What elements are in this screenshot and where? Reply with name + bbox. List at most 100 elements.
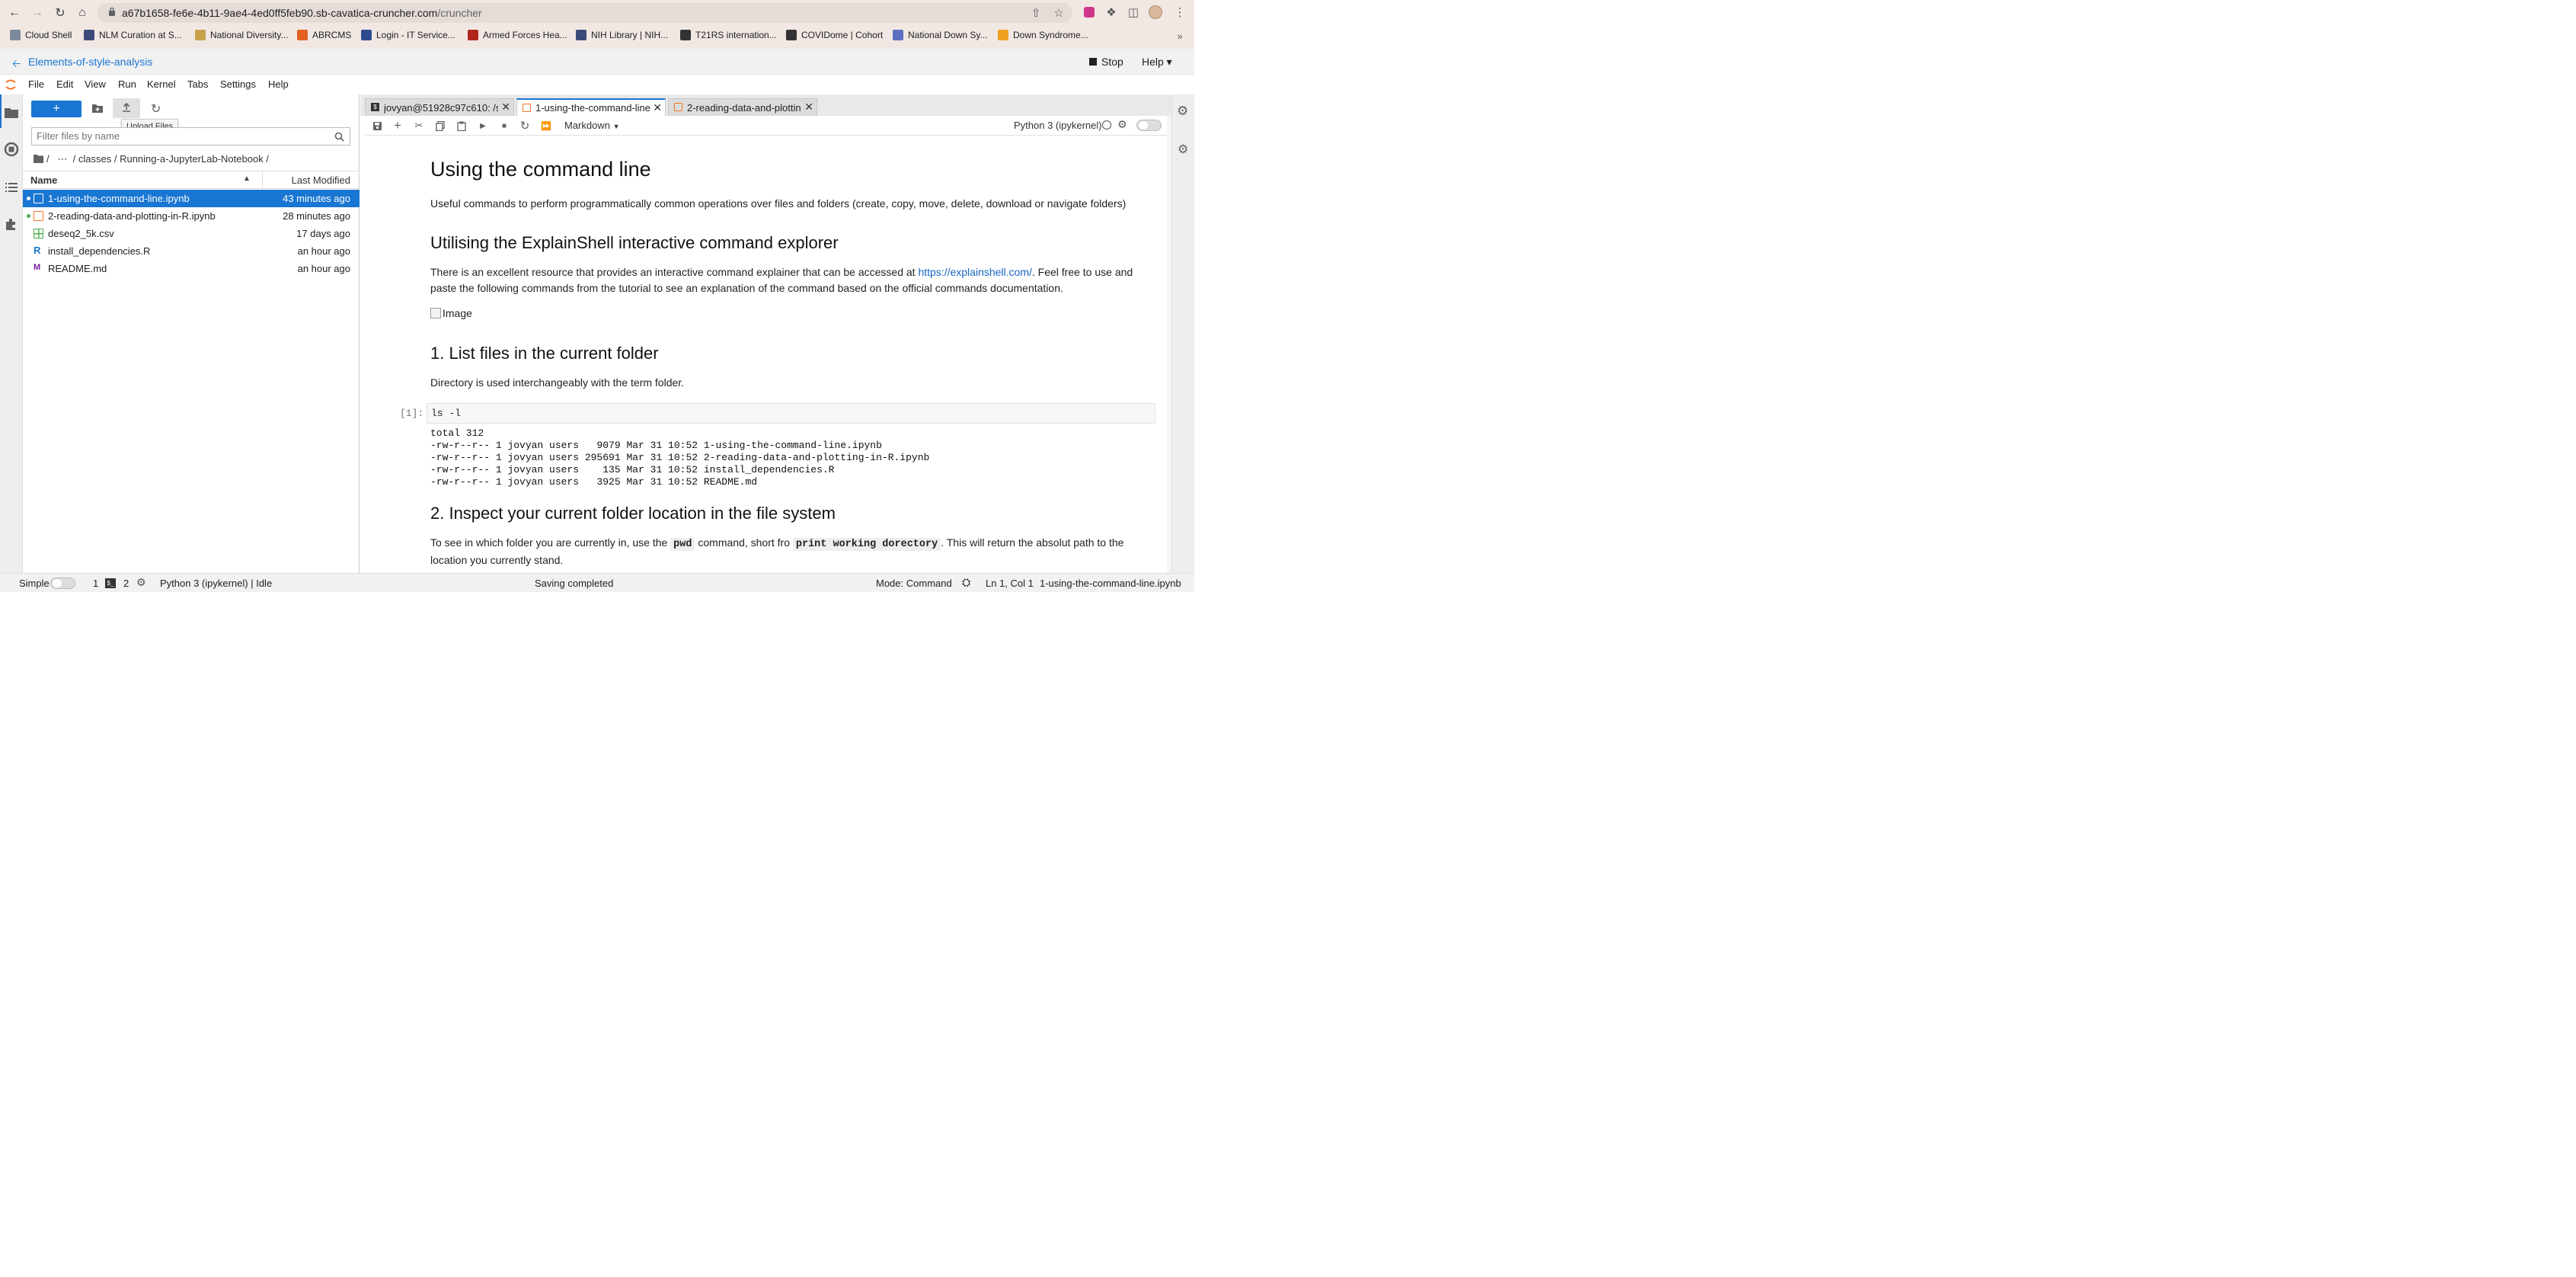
r-icon: R: [34, 245, 41, 256]
bookmark-item[interactable]: NLM Curation at S...: [84, 29, 182, 41]
new-launcher-button[interactable]: +: [31, 101, 81, 117]
terminals-count[interactable]: 1: [93, 578, 98, 589]
column-last-modified[interactable]: Last Modified: [292, 174, 350, 186]
debugger-bug-icon[interactable]: ⚙: [1117, 118, 1127, 131]
more-bookmarks-icon[interactable]: »: [1172, 28, 1187, 43]
bookmark-item[interactable]: Armed Forces Hea...: [468, 29, 567, 41]
tab-terminal[interactable]: $ jovyan@51928c97c610: /sb ✕: [365, 98, 514, 116]
bookmark-item[interactable]: ABRCMS: [297, 29, 351, 41]
kernel-name[interactable]: Python 3 (ipykernel): [1014, 120, 1102, 131]
interrupt-icon[interactable]: ■: [498, 120, 510, 132]
close-icon[interactable]: ✕: [653, 101, 662, 114]
property-inspector-gear-icon[interactable]: ⚙: [1177, 104, 1188, 119]
sidepanel-icon[interactable]: ◫: [1126, 5, 1141, 20]
refresh-icon[interactable]: ↻: [151, 101, 161, 117]
bookmark-item[interactable]: NIH Library | NIH...: [576, 29, 668, 41]
menu-run[interactable]: Run: [118, 78, 136, 90]
paste-icon[interactable]: [455, 120, 468, 132]
stop-icon: [1089, 58, 1097, 66]
sort-ascending-icon[interactable]: ▲: [243, 174, 251, 183]
breadcrumb-folder-icon[interactable]: [34, 154, 43, 163]
back-icon[interactable]: ←: [6, 5, 23, 21]
insert-cell-icon[interactable]: +: [392, 118, 404, 133]
reload-icon[interactable]: ↻: [52, 5, 69, 21]
menu-kernel[interactable]: Kernel: [147, 78, 176, 90]
home-icon[interactable]: ⌂: [74, 5, 91, 21]
notebook-toolbar: + ✂ ▶ ■ ↻ ⏩ Markdown ▼ Python 3 (ipykern…: [366, 116, 1167, 136]
bookmark-item[interactable]: National Down Sy...: [893, 29, 988, 41]
column-name[interactable]: Name: [30, 174, 57, 186]
extensions-icon[interactable]: [4, 216, 19, 232]
star-icon[interactable]: ☆: [1051, 5, 1066, 21]
file-row[interactable]: 2-reading-data-and-plotting-in-R.ipynb 28…: [23, 207, 360, 225]
notification-icon[interactable]: ⛭: [962, 576, 970, 589]
restart-icon[interactable]: ↻: [519, 120, 531, 133]
profile-avatar[interactable]: [1148, 5, 1163, 20]
output-line: total 312: [430, 427, 484, 439]
cut-icon[interactable]: ✂: [413, 120, 425, 132]
copy-icon[interactable]: [434, 120, 446, 132]
save-icon[interactable]: [371, 120, 383, 132]
simple-mode-toggle[interactable]: [50, 578, 75, 589]
file-name: README.md: [48, 263, 107, 274]
menu-settings[interactable]: Settings: [220, 78, 256, 90]
bookmark-item[interactable]: COVIDome | Cohort: [786, 29, 883, 41]
bookmark-favicon-icon: [297, 30, 308, 40]
bookmark-item[interactable]: Cloud Shell: [10, 29, 72, 41]
code-cell-input[interactable]: ls -l: [427, 403, 1155, 424]
restart-run-all-icon[interactable]: ⏩: [540, 120, 552, 132]
folder-icon[interactable]: [4, 105, 19, 120]
kernel-status[interactable]: Python 3 (ipykernel) | Idle: [160, 578, 272, 589]
upload-button[interactable]: [113, 98, 140, 118]
project-title[interactable]: Elements-of-style-analysis: [28, 56, 152, 68]
close-icon[interactable]: ✕: [804, 101, 813, 114]
file-row[interactable]: M README.md an hour ago: [23, 260, 360, 277]
help-button[interactable]: Help ▾: [1142, 56, 1172, 69]
mode-indicator[interactable]: Mode: Command: [876, 578, 952, 589]
filter-input[interactable]: [37, 130, 326, 142]
table-of-contents-icon[interactable]: [4, 180, 19, 195]
extension-grammarly-icon[interactable]: [1082, 5, 1097, 20]
breadcrumb[interactable]: / ⋯ / classes / Running-a-JupyterLab-Not…: [46, 153, 269, 165]
stop-button[interactable]: Stop: [1089, 56, 1123, 68]
lock-icon: [109, 7, 115, 16]
cell-type-select[interactable]: Markdown ▼: [564, 120, 620, 131]
jupyter-logo-icon: [5, 79, 16, 90]
share-icon[interactable]: ⇧: [1028, 5, 1044, 21]
debugger-toggle[interactable]: [1136, 120, 1162, 131]
bookmark-item[interactable]: Down Syndrome...: [998, 29, 1088, 41]
bookmark-item[interactable]: National Diversity...: [195, 29, 288, 41]
forward-icon[interactable]: →: [29, 5, 46, 21]
address-bar[interactable]: a67b1658-fe6e-4b11-9ae4-4ed0ff5feb90.sb-…: [97, 3, 1072, 23]
cursor-position[interactable]: Ln 1, Col 1: [986, 578, 1034, 589]
file-browser-panel: + ↻ Upload Files / ⋯ / classes / Running…: [23, 94, 360, 573]
close-icon[interactable]: ✕: [501, 101, 510, 114]
browser-chrome: ← → ↻ ⌂ a67b1658-fe6e-4b11-9ae4-4ed0ff5f…: [0, 0, 1194, 49]
file-row[interactable]: deseq2_5k.csv 17 days ago: [23, 225, 360, 242]
notebook-content[interactable]: Using the command line Useful commands t…: [366, 136, 1167, 569]
menu-file[interactable]: File: [28, 78, 44, 90]
file-modified: 43 minutes ago: [283, 193, 350, 204]
filter-files-field[interactable]: [31, 127, 350, 146]
heading-explainshell: Utilising the ExplainShell interactive c…: [430, 233, 839, 252]
new-folder-icon[interactable]: [91, 102, 104, 114]
kernels-count[interactable]: 2: [123, 578, 129, 589]
extensions-puzzle-icon[interactable]: ❖: [1104, 5, 1119, 20]
bookmark-item[interactable]: Login - IT Service...: [361, 29, 455, 41]
menu-tabs[interactable]: Tabs: [187, 78, 208, 90]
menu-view[interactable]: View: [85, 78, 106, 90]
file-row[interactable]: Rinstall_dependencies.R an hour ago: [23, 242, 360, 260]
cell-type-value: Markdown: [564, 120, 610, 131]
tab-notebook-1[interactable]: 1-using-the-command-line ✕: [516, 98, 666, 116]
menu-edit[interactable]: Edit: [56, 78, 73, 90]
file-row[interactable]: 1-using-the-command-line.ipynb 43 minutes…: [23, 190, 360, 207]
run-icon[interactable]: ▶: [477, 120, 489, 132]
more-menu-icon[interactable]: ⋮: [1172, 5, 1187, 20]
menu-help[interactable]: Help: [268, 78, 289, 90]
bookmark-item[interactable]: T21RS internation...: [680, 29, 777, 41]
back-arrow-icon[interactable]: 🡠: [12, 56, 21, 74]
explainshell-link[interactable]: https://explainshell.com/: [918, 266, 1031, 278]
debugger-icon[interactable]: ⚙: [1178, 142, 1188, 157]
tab-notebook-2[interactable]: 2-reading-data-and-plottin ✕: [668, 98, 817, 116]
running-sessions-icon[interactable]: [4, 142, 19, 157]
